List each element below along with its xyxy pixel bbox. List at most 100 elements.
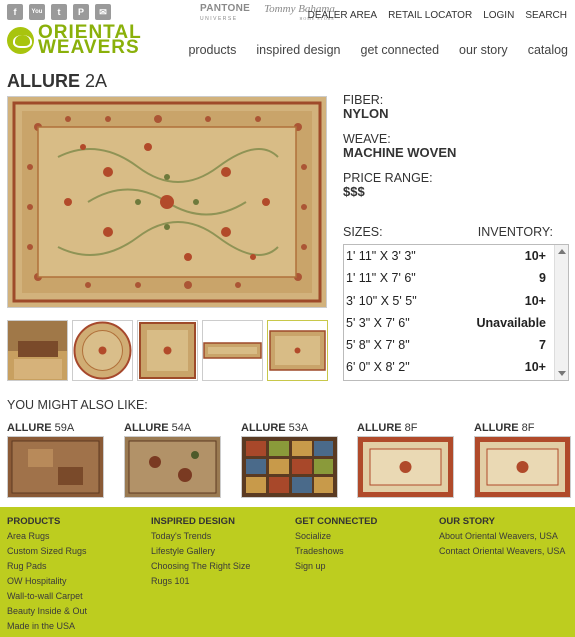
inventory-value: Unavailable <box>476 315 546 330</box>
footer-heading[interactable]: GET CONNECTED <box>295 514 377 529</box>
recommendation-item[interactable]: ALLURE 59A <box>7 421 107 498</box>
footer-link[interactable]: OW Hospitality <box>7 574 87 589</box>
weave-value: MACHINE WOVEN <box>343 145 457 160</box>
size-value: 5' 8" X 7' 8" <box>346 338 410 353</box>
rec-code: 8F <box>521 422 535 434</box>
sizes-label: SIZES: <box>343 225 383 239</box>
pantone-logo[interactable]: PANTONE UNIVERSE <box>200 4 250 24</box>
also-like-heading: YOU MIGHT ALSO LIKE: <box>7 398 148 412</box>
footer-link[interactable]: Contact Oriental Weavers, USA <box>439 544 565 559</box>
nav-products[interactable]: products <box>188 43 236 57</box>
social-links: f You t P ✉ <box>7 4 111 20</box>
footer-col-inspired-design: INSPIRED DESIGN Today's Trends Lifestyle… <box>151 514 250 589</box>
rec-image[interactable] <box>474 436 571 498</box>
recommendation-item[interactable]: ALLURE 53A <box>241 421 341 498</box>
weave-spec: WEAVE: MACHINE WOVEN <box>343 132 456 160</box>
inventory-value: 9 <box>539 271 546 286</box>
size-row[interactable]: 5' 8" X 7' 8" 7 <box>344 334 568 356</box>
rec-code: 54A <box>171 422 192 434</box>
page-title: ALLURE 2A <box>7 71 107 92</box>
pinterest-icon[interactable]: P <box>73 4 89 20</box>
nav-catalog[interactable]: catalog <box>528 43 568 57</box>
rec-name: ALLURE <box>474 422 519 434</box>
size-row[interactable]: 5' 3" X 7' 6" Unavailable <box>344 312 568 334</box>
footer-link[interactable]: Beauty Inside & Out <box>7 604 87 619</box>
inventory-label: INVENTORY: <box>477 225 553 239</box>
search-link[interactable]: SEARCH <box>525 10 567 21</box>
inventory-value: 10+ <box>524 293 546 308</box>
footer-link[interactable]: About Oriental Weavers, USA <box>439 529 565 544</box>
footer-link[interactable]: Made in the USA <box>7 619 87 634</box>
footer-link[interactable]: Rugs 101 <box>151 574 250 589</box>
inventory-value: 10+ <box>524 249 546 263</box>
youtube-icon[interactable]: You <box>29 4 45 20</box>
rec-code: 53A <box>288 422 309 434</box>
main-nav: products inspired design get connected o… <box>188 43 568 57</box>
scroll-up-icon[interactable] <box>558 249 566 254</box>
footer-col-products: PRODUCTS Area Rugs Custom Sized Rugs Rug… <box>7 514 87 634</box>
thumbnail-round-rug[interactable] <box>72 320 133 381</box>
price-spec: PRICE RANGE: $$$ <box>343 171 433 199</box>
sizes-scrollbar[interactable] <box>554 245 568 380</box>
footer-link[interactable]: Lifestyle Gallery <box>151 544 250 559</box>
size-row[interactable]: 1' 11" X 3' 3" 10+ <box>344 245 568 267</box>
rec-image[interactable] <box>357 436 454 498</box>
footer-heading[interactable]: OUR STORY <box>439 514 565 529</box>
size-value: 1' 11" X 7' 6" <box>346 271 416 286</box>
logo-mark-icon <box>7 26 34 54</box>
rec-image[interactable] <box>7 436 104 498</box>
footer-link[interactable]: Rug Pads <box>7 559 87 574</box>
footer-link[interactable]: Sign up <box>295 559 377 574</box>
fiber-value: NYLON <box>343 106 389 121</box>
utility-nav: DEALER AREA RETAIL LOCATOR LOGIN SEARCH <box>308 10 567 21</box>
inventory-value: 7 <box>539 338 546 353</box>
nav-get-connected[interactable]: get connected <box>361 43 440 57</box>
size-row[interactable]: 3' 10" X 5' 5" 10+ <box>344 290 568 312</box>
footer-link[interactable]: Wall-to-wall Carpet <box>7 589 87 604</box>
thumbnail-runner-rug[interactable] <box>202 320 263 381</box>
twitter-icon[interactable]: t <box>51 4 67 20</box>
footer-heading[interactable]: INSPIRED DESIGN <box>151 514 250 529</box>
product-code: 2A <box>85 71 108 91</box>
size-row[interactable]: 6' 0" X 8' 2" 10+ <box>344 356 568 378</box>
footer-link[interactable]: Choosing The Right Size <box>151 559 250 574</box>
footer-link[interactable]: Area Rugs <box>7 529 87 544</box>
rec-name: ALLURE <box>124 422 169 434</box>
facebook-icon[interactable]: f <box>7 4 23 20</box>
nav-inspired-design[interactable]: inspired design <box>256 43 340 57</box>
logo-text: ORIENTAL WEAVERS <box>38 23 142 58</box>
footer-link[interactable]: Today's Trends <box>151 529 250 544</box>
footer-link[interactable]: Custom Sized Rugs <box>7 544 87 559</box>
site-footer: PRODUCTS Area Rugs Custom Sized Rugs Rug… <box>0 507 575 637</box>
footer-link[interactable]: Socialize <box>295 529 377 544</box>
site-logo[interactable]: ORIENTAL WEAVERS <box>7 23 142 58</box>
product-name: ALLURE <box>7 71 80 91</box>
main-product-image[interactable] <box>7 96 327 308</box>
email-icon[interactable]: ✉ <box>95 4 111 20</box>
rec-image[interactable] <box>124 436 221 498</box>
thumbnail-rectangle-rug-selected[interactable] <box>267 320 328 381</box>
thumbnail-square-rug[interactable] <box>137 320 198 381</box>
rec-name: ALLURE <box>241 422 286 434</box>
recommendation-item[interactable]: ALLURE 8F <box>357 421 457 498</box>
sizes-list[interactable]: 1' 11" X 3' 3" 10+ 1' 11" X 7' 6" 9 3' 10"… <box>343 244 569 381</box>
size-value: 3' 10" X 5' 5" <box>346 293 417 308</box>
footer-col-get-connected: GET CONNECTED Socialize Tradeshows Sign … <box>295 514 377 574</box>
recommendation-item[interactable]: ALLURE 8F <box>474 421 574 498</box>
scroll-down-icon[interactable] <box>558 371 566 376</box>
sizes-header: SIZES: INVENTORY: <box>343 225 553 239</box>
footer-col-our-story: OUR STORY About Oriental Weavers, USA Co… <box>439 514 565 559</box>
thumbnail-room-scene[interactable] <box>7 320 68 381</box>
footer-link[interactable]: Tradeshows <box>295 544 377 559</box>
dealer-area-link[interactable]: DEALER AREA <box>308 10 377 21</box>
size-row[interactable]: 1' 11" X 7' 6" 9 <box>344 267 568 289</box>
recommendation-item[interactable]: ALLURE 54A <box>124 421 224 498</box>
rec-image[interactable] <box>241 436 338 498</box>
weave-label: WEAVE: <box>343 132 391 146</box>
logo-line-2: WEAVERS <box>38 37 140 58</box>
price-value: $$$ <box>343 184 365 199</box>
nav-our-story[interactable]: our story <box>459 43 508 57</box>
footer-heading[interactable]: PRODUCTS <box>7 514 87 529</box>
login-link[interactable]: LOGIN <box>483 10 514 21</box>
retail-locator-link[interactable]: RETAIL LOCATOR <box>388 10 472 21</box>
